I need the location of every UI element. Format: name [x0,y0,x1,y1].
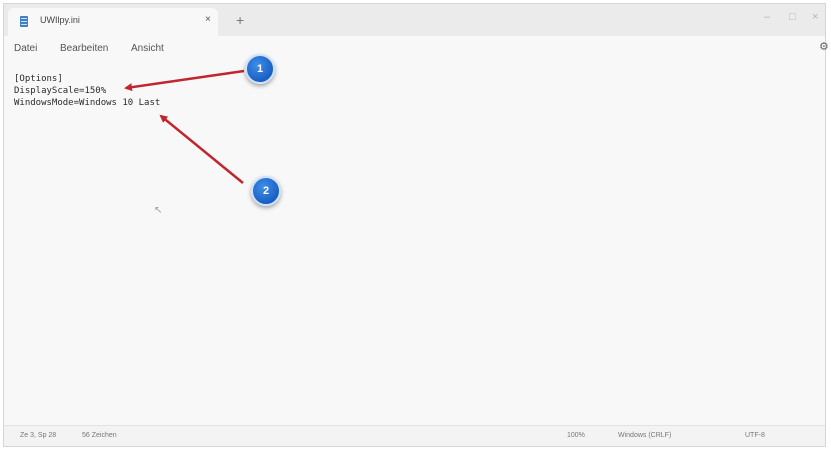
annotation-badge-1: 1 [245,54,275,84]
annotation-arrow-1 [124,69,245,92]
annotation-badge-2: 2 [251,176,281,206]
annotation-overlay [124,69,245,184]
annotation-arrow-2 [159,114,244,184]
